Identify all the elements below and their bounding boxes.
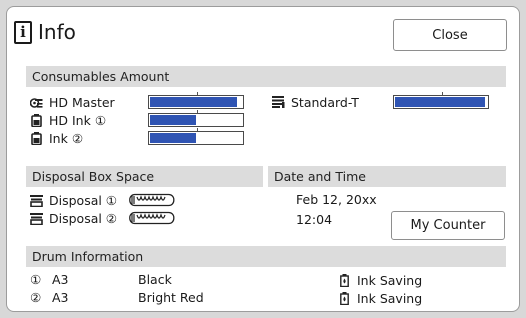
level-fill — [150, 97, 237, 107]
consumable-label: HD Master — [49, 94, 115, 110]
disposal-label: Disposal ① — [49, 192, 118, 208]
consumable-label: HD Ink ① — [49, 112, 107, 128]
consumable-row-ink: Ink ② — [30, 130, 83, 146]
page-title: Info — [38, 20, 76, 44]
date-value: Feb 12, 20xx — [296, 192, 377, 207]
drum-number: ① — [30, 272, 42, 287]
ink-saving-icon — [338, 273, 351, 287]
disposal-label: Disposal ② — [49, 210, 118, 226]
disposal-section-header: Disposal Box Space — [26, 166, 263, 187]
datetime-section-header: Date and Time — [268, 166, 506, 187]
paper-level-bar — [393, 92, 489, 109]
drum-paper-size: A3 — [52, 272, 69, 287]
spring-gauge-icon — [129, 193, 175, 207]
drum-paper-size: A3 — [52, 290, 69, 305]
bar-tick — [197, 92, 198, 95]
drum-ink-color: Black — [138, 272, 172, 287]
level-fill — [150, 115, 196, 125]
ink-cartridge-icon — [30, 113, 43, 127]
master-roll-icon — [30, 96, 43, 109]
drum-mode: Ink Saving — [338, 290, 422, 306]
my-counter-button[interactable]: My Counter — [391, 211, 505, 240]
paper-label: Standard-T — [291, 94, 359, 110]
bar-tick — [197, 128, 198, 131]
paper-stack-icon — [272, 96, 285, 109]
consumable-row-master: HD Master — [30, 94, 115, 110]
drum-section-header: Drum Information — [26, 246, 506, 267]
hd-ink-level-bar — [148, 110, 244, 127]
time-value: 12:04 — [296, 212, 333, 227]
disposal-box-icon — [30, 194, 43, 207]
consumables-section-header: Consumables Amount — [26, 66, 506, 87]
master-level-bar — [148, 92, 244, 109]
level-fill — [395, 97, 485, 107]
drum-mode: Ink Saving — [338, 272, 422, 288]
ink-saving-icon — [338, 291, 351, 305]
disposal-row-2: Disposal ② — [30, 210, 175, 226]
drum-number: ② — [30, 290, 42, 305]
ink-level-bar — [148, 128, 244, 145]
drum-mode-label: Ink Saving — [357, 290, 423, 306]
spring-gauge-icon — [129, 211, 175, 225]
consumable-label: Ink ② — [49, 130, 84, 146]
drum-ink-color: Bright Red — [138, 290, 204, 305]
consumable-row-hd-ink: HD Ink ① — [30, 112, 106, 128]
ink-cartridge-icon — [30, 131, 43, 145]
dialog-header: i Info — [14, 16, 76, 48]
disposal-box-icon — [30, 212, 43, 225]
disposal-row-1: Disposal ① — [30, 192, 175, 208]
bar-tick — [442, 92, 443, 95]
close-button[interactable]: Close — [393, 19, 507, 51]
level-fill — [150, 133, 196, 143]
drum-mode-label: Ink Saving — [357, 272, 423, 288]
paper-row: Standard-T — [272, 94, 359, 110]
bar-tick — [197, 110, 198, 113]
info-icon: i — [14, 20, 32, 44]
